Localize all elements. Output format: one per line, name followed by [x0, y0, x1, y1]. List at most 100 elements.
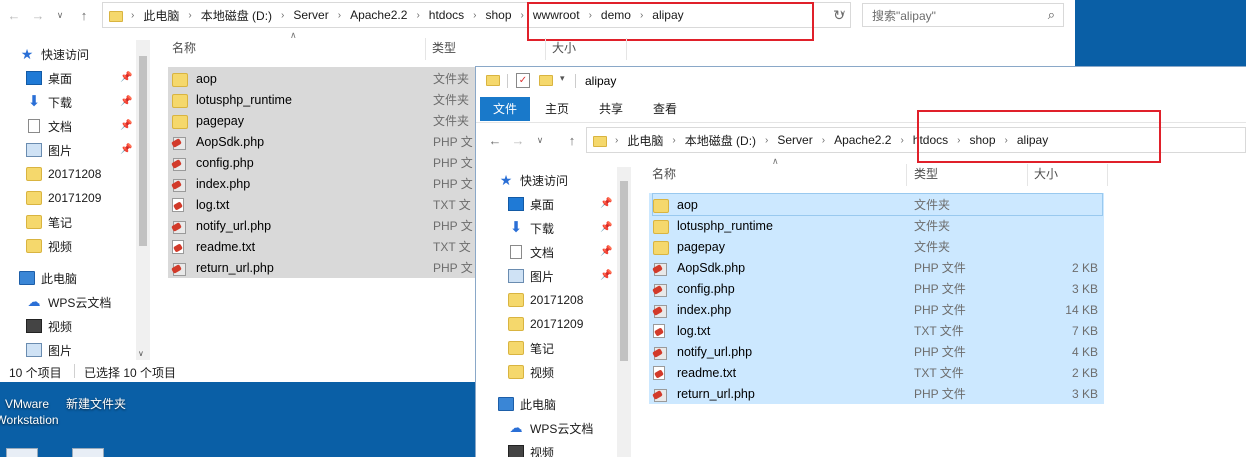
file-row[interactable]: readme.txt TXT 文: [172, 236, 477, 257]
pin-icon[interactable]: 📌: [120, 72, 132, 83]
scroll-down-icon[interactable]: ∨: [138, 349, 144, 358]
file-row[interactable]: aop 文件夹: [172, 68, 477, 89]
pin-icon[interactable]: 📌: [120, 96, 132, 107]
tab-home[interactable]: 主页: [534, 97, 580, 121]
new-folder-icon[interactable]: [539, 75, 553, 86]
sidebar-item-folder[interactable]: 20171208: [508, 289, 583, 311]
file-row[interactable]: pagepay 文件夹: [653, 236, 1102, 257]
file-row[interactable]: pagepay 文件夹: [172, 110, 477, 131]
file-row[interactable]: return_url.php PHP 文: [172, 257, 477, 278]
file-row[interactable]: readme.txt TXT 文件 2 KB: [653, 362, 1102, 383]
sidebar-scrollbar[interactable]: [617, 167, 631, 457]
sidebar-item-desktop[interactable]: 桌面: [508, 193, 554, 215]
sidebar-item-pictures[interactable]: 图片: [26, 339, 72, 361]
column-header-name[interactable]: 名称: [652, 164, 676, 184]
breadcrumb-item[interactable]: Server: [293, 8, 328, 22]
up-button[interactable]: ↑: [562, 128, 582, 152]
forward-button[interactable]: →: [28, 3, 48, 27]
sidebar-item-videos[interactable]: 视频: [26, 315, 72, 337]
file-row[interactable]: notify_url.php PHP 文: [172, 215, 477, 236]
sidebar-item-downloads[interactable]: ⬇ 下载: [26, 91, 72, 113]
desktop-icon-vmware[interactable]: VMware Workstation: [0, 396, 60, 428]
sidebar-item-pictures[interactable]: 图片: [508, 265, 554, 287]
column-header-type[interactable]: 类型: [914, 164, 938, 184]
back-button[interactable]: ←: [4, 3, 24, 27]
breadcrumb-item[interactable]: 此电脑: [627, 132, 663, 149]
pin-icon[interactable]: 📌: [120, 144, 132, 155]
recent-dropdown-button[interactable]: ∨: [530, 128, 550, 152]
scrollbar-thumb[interactable]: [139, 56, 147, 246]
file-row[interactable]: aop 文件夹: [652, 193, 1103, 216]
tab-view[interactable]: 查看: [642, 97, 688, 121]
column-header-type[interactable]: 类型: [432, 38, 456, 58]
file-row[interactable]: log.txt TXT 文: [172, 194, 477, 215]
search-input[interactable]: 搜索"alipay" ⌕: [862, 3, 1064, 27]
sidebar-item-folder[interactable]: 视频: [508, 361, 554, 383]
sidebar-item-folder[interactable]: 20171208: [26, 163, 101, 185]
quick-access-dropdown-icon[interactable]: ▾: [560, 73, 565, 84]
file-row[interactable]: log.txt TXT 文件 7 KB: [653, 320, 1102, 341]
breadcrumb-item[interactable]: Server: [777, 133, 812, 147]
pin-icon[interactable]: 📌: [120, 120, 132, 131]
file-row[interactable]: return_url.php PHP 文件 3 KB: [653, 383, 1102, 404]
column-header-name[interactable]: 名称: [172, 38, 196, 58]
sidebar-item-quick-access[interactable]: ★ 快速访问: [498, 169, 568, 191]
file-row[interactable]: config.php PHP 文: [172, 152, 477, 173]
file-row[interactable]: AopSdk.php PHP 文件 2 KB: [653, 257, 1102, 278]
sidebar-item-folder[interactable]: 笔记: [508, 337, 554, 359]
breadcrumb-item[interactable]: Apache2.2: [350, 8, 407, 22]
forward-button[interactable]: →: [508, 128, 528, 152]
sidebar-item-downloads[interactable]: ⬇ 下载: [508, 217, 554, 239]
back-button[interactable]: ←: [485, 128, 505, 152]
properties-icon[interactable]: ✓: [516, 73, 530, 88]
column-header-size[interactable]: 大小: [1034, 164, 1058, 184]
breadcrumb-item[interactable]: shop: [486, 8, 512, 22]
file-row[interactable]: index.php PHP 文件 14 KB: [653, 299, 1102, 320]
sidebar-item-folder[interactable]: 20171209: [508, 313, 583, 335]
sidebar-item-folder[interactable]: 20171209: [26, 187, 101, 209]
sidebar-item-folder[interactable]: 笔记: [26, 211, 72, 233]
sidebar-item-documents[interactable]: 文档: [26, 115, 72, 137]
pin-icon[interactable]: 📌: [600, 270, 612, 281]
sidebar-item-documents[interactable]: 文档: [508, 241, 554, 263]
sidebar-item-this-pc[interactable]: 此电脑: [498, 393, 556, 415]
sidebar-item-this-pc[interactable]: 此电脑: [19, 267, 77, 289]
sidebar-item-folder[interactable]: 视频: [26, 235, 72, 257]
sidebar-item-wps-cloud[interactable]: ☁ WPS云文档: [26, 291, 112, 313]
column-divider[interactable]: [545, 38, 546, 60]
file-row[interactable]: AopSdk.php PHP 文: [172, 131, 477, 152]
file-row[interactable]: lotusphp_runtime 文件夹: [172, 89, 477, 110]
column-header-size[interactable]: 大小: [552, 38, 576, 58]
pin-icon[interactable]: 📌: [600, 222, 612, 233]
file-row[interactable]: lotusphp_runtime 文件夹: [653, 215, 1102, 236]
refresh-button[interactable]: ↻: [829, 3, 849, 27]
desktop-icon-new-folder[interactable]: 新建文件夹: [58, 396, 134, 412]
file-row[interactable]: config.php PHP 文件 3 KB: [653, 278, 1102, 299]
pin-icon[interactable]: 📌: [600, 246, 612, 257]
column-divider[interactable]: [1107, 164, 1108, 186]
desktop-file-icon[interactable]: [6, 448, 38, 457]
sidebar-item-desktop[interactable]: 桌面: [26, 67, 72, 89]
breadcrumb-item[interactable]: 本地磁盘 (D:): [201, 7, 272, 24]
recent-dropdown-button[interactable]: ∨: [50, 3, 70, 27]
breadcrumb-item[interactable]: 此电脑: [143, 7, 179, 24]
up-button[interactable]: ↑: [74, 3, 94, 27]
column-divider[interactable]: [906, 164, 907, 186]
column-divider[interactable]: [626, 38, 627, 60]
sidebar-item-quick-access[interactable]: ★ 快速访问: [19, 43, 89, 65]
sidebar-item-pictures[interactable]: 图片: [26, 139, 72, 161]
file-row[interactable]: index.php PHP 文: [172, 173, 477, 194]
breadcrumb-item[interactable]: htdocs: [429, 8, 464, 22]
file-row[interactable]: notify_url.php PHP 文件 4 KB: [653, 341, 1102, 362]
pin-icon[interactable]: 📌: [600, 198, 612, 209]
sidebar-item-videos[interactable]: 视频: [508, 441, 554, 457]
column-divider[interactable]: [425, 38, 426, 60]
sidebar-scrollbar[interactable]: ∨: [136, 40, 150, 360]
column-divider[interactable]: [1027, 164, 1028, 186]
tab-file[interactable]: 文件: [480, 97, 530, 121]
sidebar-item-wps-cloud[interactable]: ☁ WPS云文档: [508, 417, 594, 439]
scrollbar-thumb[interactable]: [620, 181, 628, 361]
breadcrumb-item[interactable]: Apache2.2: [834, 133, 891, 147]
desktop-file-icon[interactable]: [72, 448, 104, 457]
breadcrumb-item[interactable]: 本地磁盘 (D:): [685, 132, 756, 149]
